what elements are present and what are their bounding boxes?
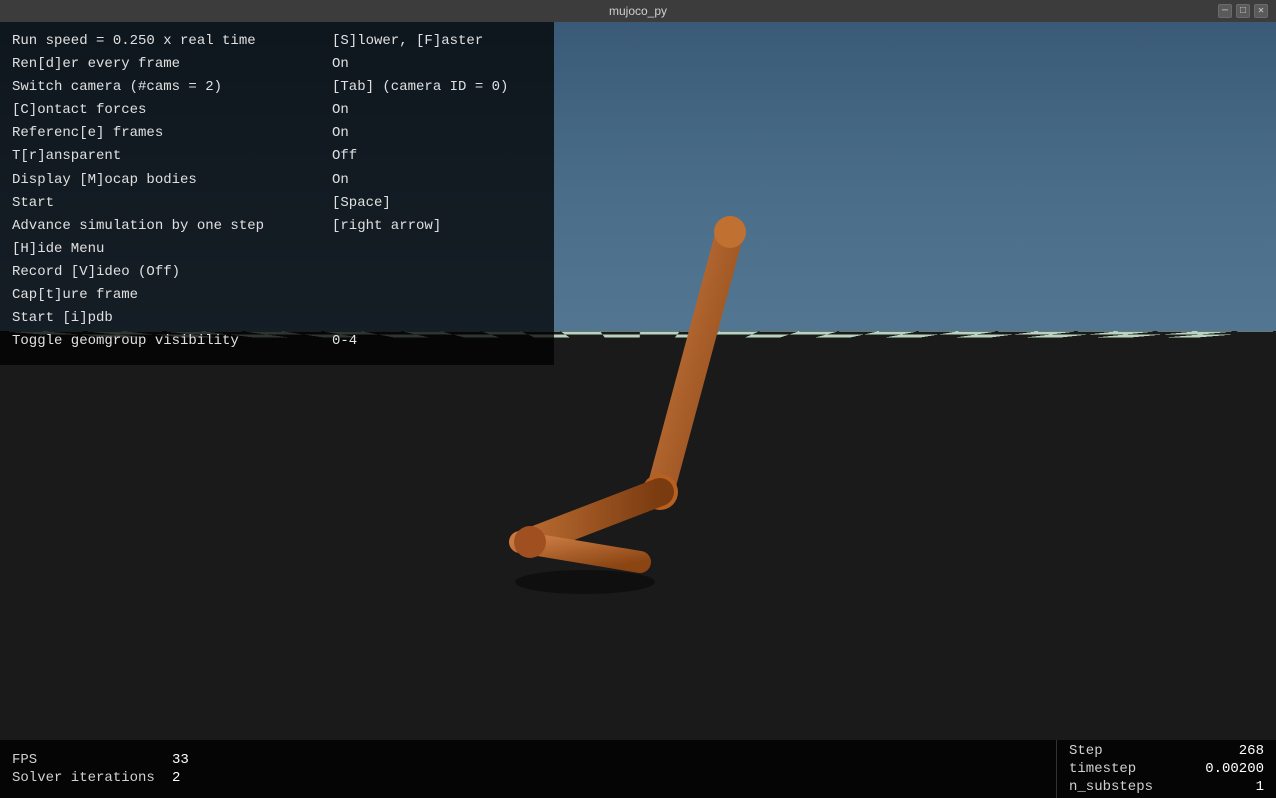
- step-label: Step: [1069, 743, 1103, 759]
- menu-value-transparent: Off: [322, 145, 542, 168]
- menu-label-reference: Referenc[e] frames: [12, 122, 163, 145]
- maximize-button[interactable]: □: [1236, 4, 1250, 18]
- menu-row-camera: Switch camera (#cams = 2) [Tab] (camera …: [12, 76, 542, 99]
- solver-value: 2: [172, 770, 180, 786]
- menu-row-transparent: T[r]ansparent Off: [12, 145, 542, 168]
- menu-label-start: Start: [12, 192, 54, 215]
- menu-row-hide: [H]ide Menu: [12, 238, 542, 261]
- menu-overlay: Run speed = 0.250 x real time [S]lower, …: [0, 22, 554, 365]
- menu-label-ipdb: Start [i]pdb: [12, 307, 113, 330]
- window-title: mujoco_py: [609, 4, 667, 18]
- status-right: Step 268 timestep 0.00200 n_substeps 1: [1056, 740, 1276, 798]
- fps-value: 33: [172, 752, 189, 768]
- menu-label-advance: Advance simulation by one step: [12, 215, 264, 238]
- menu-label-mocap: Display [M]ocap bodies: [12, 169, 197, 192]
- nsubsteps-label: n_substeps: [1069, 779, 1153, 795]
- close-button[interactable]: ✕: [1254, 4, 1268, 18]
- menu-value-reference: On: [322, 122, 542, 145]
- status-left: FPS 33 Solver iterations 2: [0, 740, 1056, 798]
- menu-label-transparent: T[r]ansparent: [12, 145, 121, 168]
- main-area: Run speed = 0.250 x real time [S]lower, …: [0, 22, 1276, 798]
- menu-row-capture: Cap[t]ure frame: [12, 284, 542, 307]
- fps-label: FPS: [12, 752, 172, 768]
- nsubsteps-row: n_substeps 1: [1069, 779, 1264, 795]
- menu-label-camera: Switch camera (#cams = 2): [12, 76, 222, 99]
- fps-row: FPS 33: [12, 752, 1044, 768]
- menu-value-record: [322, 261, 542, 284]
- minimize-button[interactable]: ─: [1218, 4, 1232, 18]
- menu-value-geomgroup: 0-4: [322, 330, 542, 353]
- solver-label: Solver iterations: [12, 770, 172, 786]
- menu-row-mocap: Display [M]ocap bodies On: [12, 169, 542, 192]
- menu-value-hide: [322, 238, 542, 261]
- solver-row: Solver iterations 2: [12, 770, 1044, 786]
- menu-label-geomgroup: Toggle geomgroup visibility: [12, 330, 239, 353]
- titlebar: mujoco_py ─ □ ✕: [0, 0, 1276, 22]
- menu-value-camera: [Tab] (camera ID = 0): [322, 76, 542, 99]
- window-controls[interactable]: ─ □ ✕: [1218, 4, 1268, 18]
- menu-label-capture: Cap[t]ure frame: [12, 284, 138, 307]
- menu-label-speed: Run speed = 0.250 x real time: [12, 30, 256, 53]
- menu-row-advance: Advance simulation by one step [right ar…: [12, 215, 542, 238]
- timestep-row: timestep 0.00200: [1069, 761, 1264, 777]
- menu-row-record: Record [V]ideo (Off): [12, 261, 542, 284]
- menu-row-start: Start [Space]: [12, 192, 542, 215]
- menu-row-speed: Run speed = 0.250 x real time [S]lower, …: [12, 30, 542, 53]
- step-row: Step 268: [1069, 743, 1264, 759]
- timestep-label: timestep: [1069, 761, 1136, 777]
- menu-value-ipdb: [322, 307, 542, 330]
- menu-row-render: Ren[d]er every frame On: [12, 53, 542, 76]
- menu-value-speed: [S]lower, [F]aster: [322, 30, 542, 53]
- nsubsteps-value: 1: [1194, 779, 1264, 795]
- menu-value-start: [Space]: [322, 192, 542, 215]
- timestep-value: 0.00200: [1194, 761, 1264, 777]
- menu-value-mocap: On: [322, 169, 542, 192]
- menu-row-contact: [C]ontact forces On: [12, 99, 542, 122]
- menu-value-render: On: [322, 53, 542, 76]
- menu-label-hide: [H]ide Menu: [12, 238, 104, 261]
- menu-row-reference: Referenc[e] frames On: [12, 122, 542, 145]
- menu-value-capture: [322, 284, 542, 307]
- menu-value-contact: On: [322, 99, 542, 122]
- status-bar: FPS 33 Solver iterations 2 Step 268 time…: [0, 740, 1276, 798]
- menu-value-advance: [right arrow]: [322, 215, 542, 238]
- menu-label-record: Record [V]ideo (Off): [12, 261, 180, 284]
- menu-row-geomgroup: Toggle geomgroup visibility 0-4: [12, 330, 542, 353]
- menu-label-render: Ren[d]er every frame: [12, 53, 180, 76]
- menu-label-contact: [C]ontact forces: [12, 99, 146, 122]
- menu-row-ipdb: Start [i]pdb: [12, 307, 542, 330]
- step-value: 268: [1194, 743, 1264, 759]
